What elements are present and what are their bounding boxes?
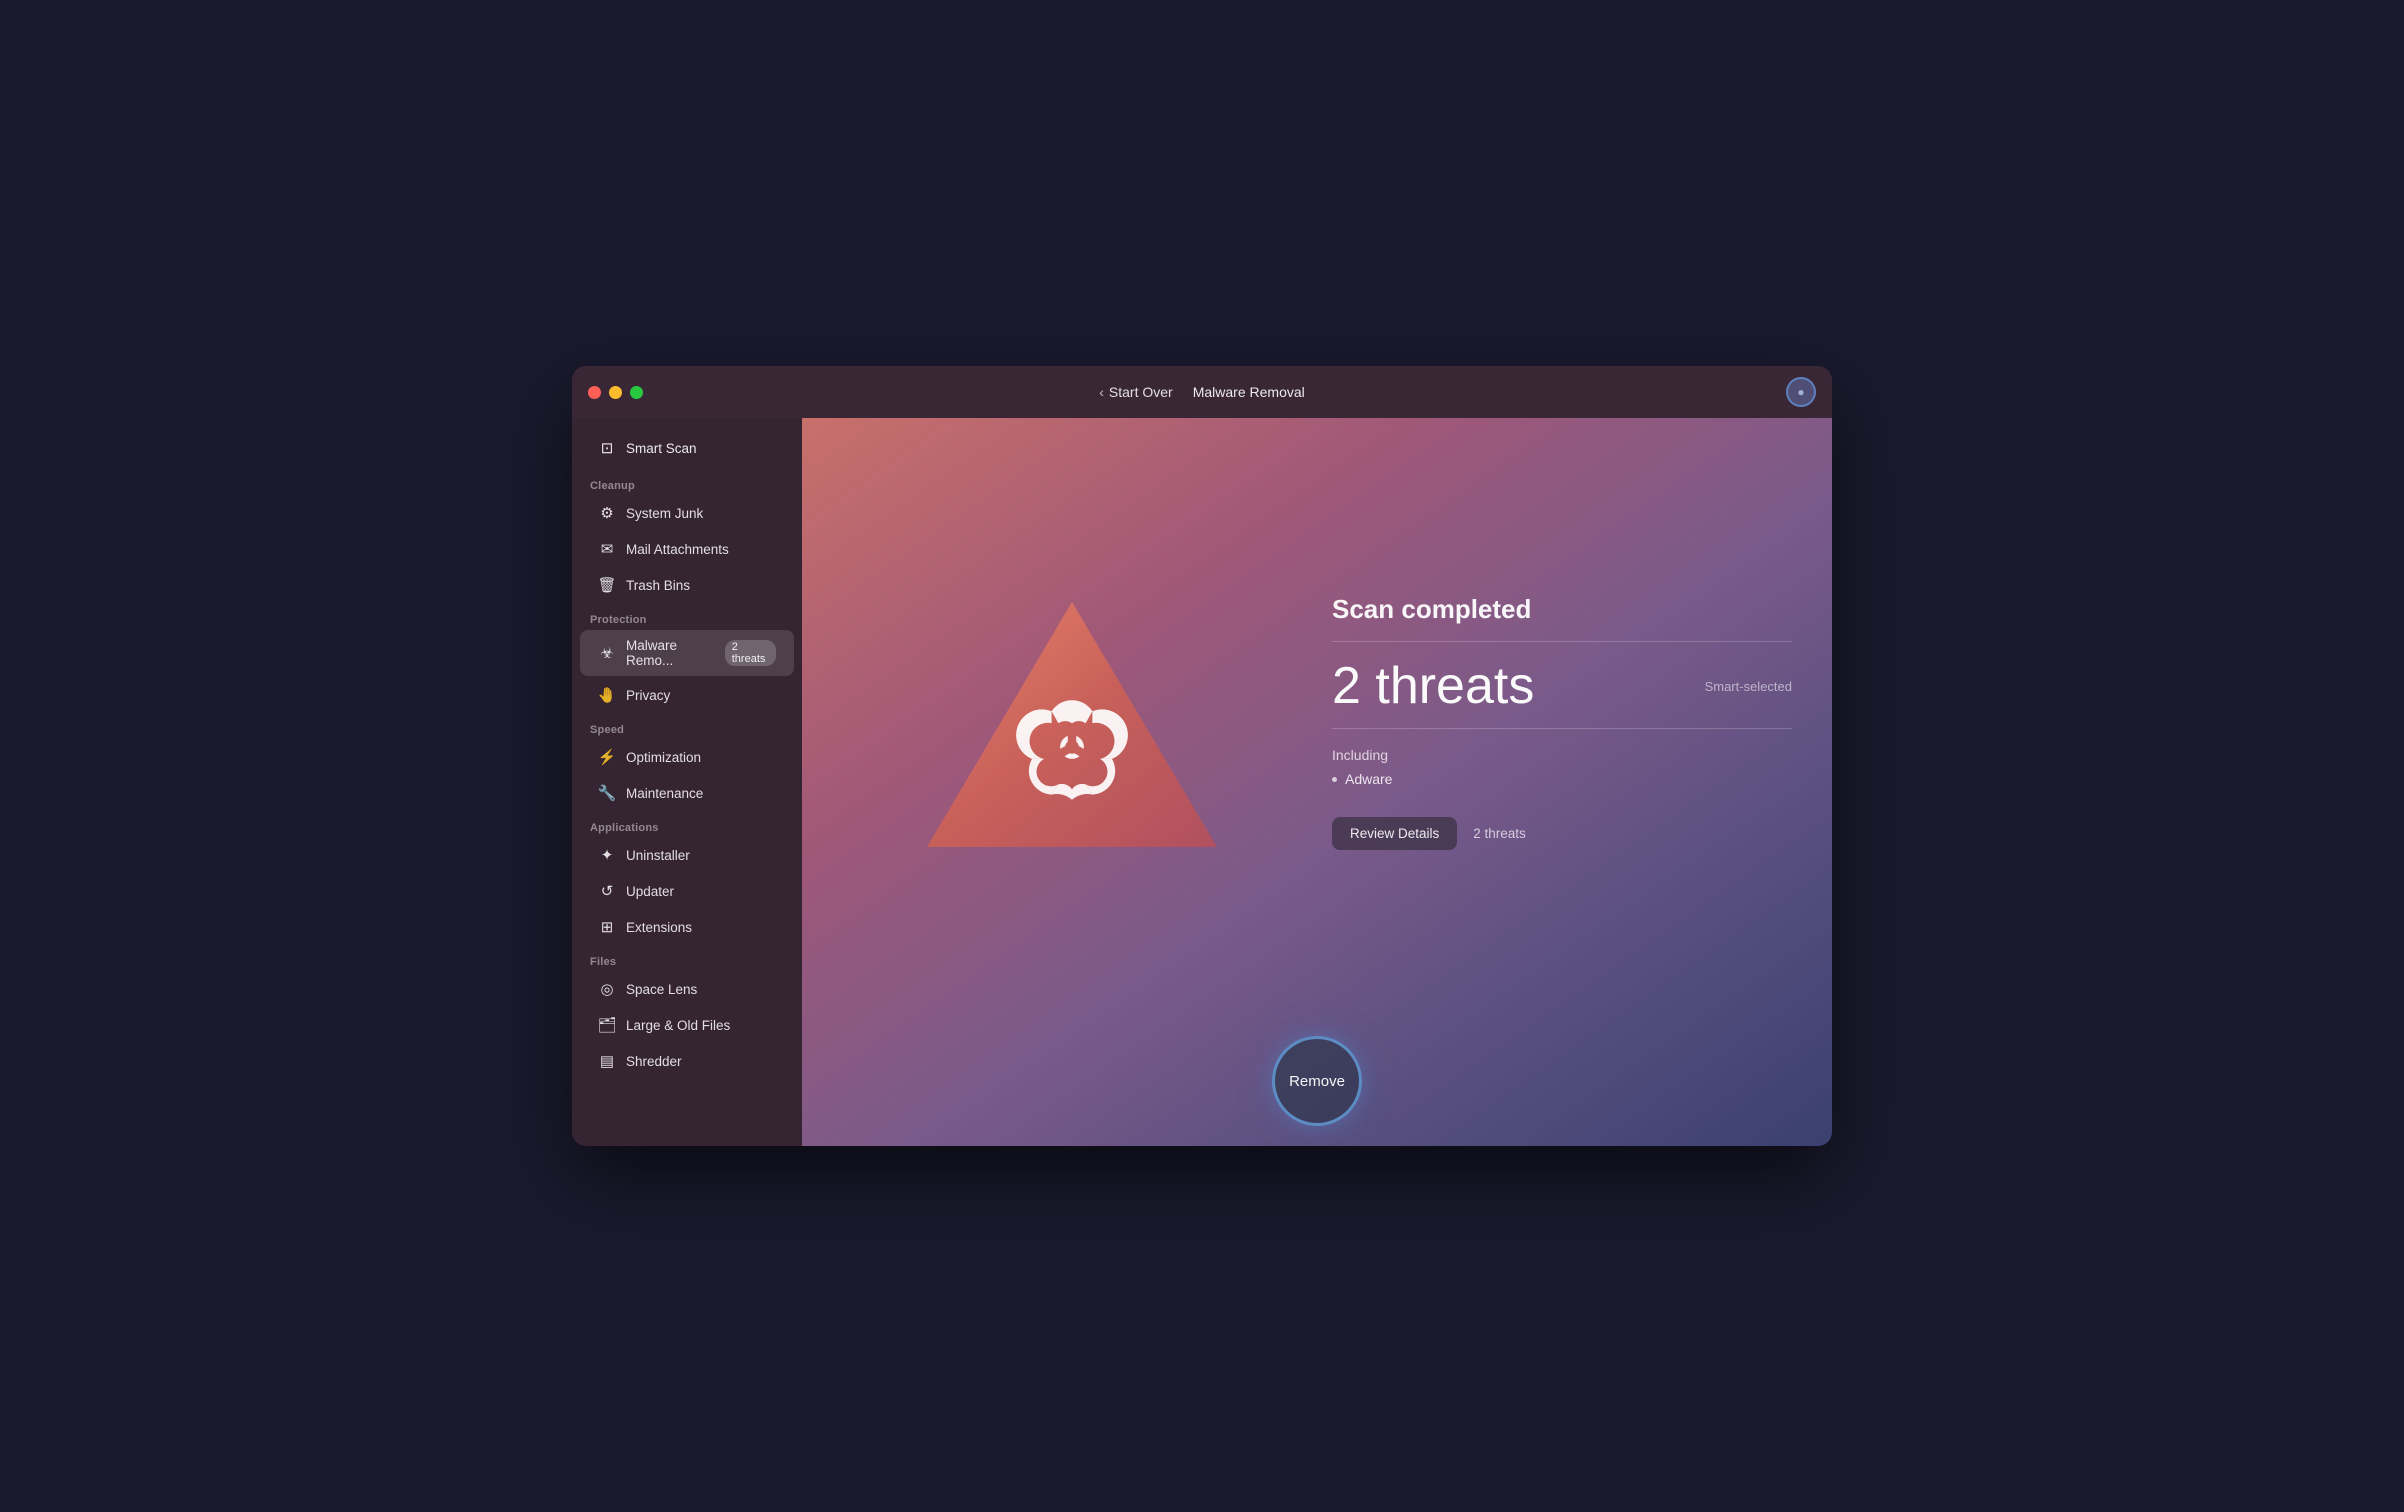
- chevron-left-icon: ‹: [1099, 384, 1104, 400]
- shredder-icon: ▤: [598, 1052, 616, 1070]
- system-junk-label: System Junk: [626, 506, 703, 521]
- system-junk-icon: ⚙: [598, 504, 616, 522]
- minimize-button[interactable]: [609, 386, 622, 399]
- sidebar-item-uninstaller[interactable]: ✦ Uninstaller: [580, 838, 794, 872]
- content-inner: Scan completed 2 threats Smart-selected …: [802, 418, 1832, 1026]
- shredder-label: Shredder: [626, 1054, 682, 1069]
- extensions-icon: ⊞: [598, 918, 616, 936]
- content-area: Scan completed 2 threats Smart-selected …: [802, 418, 1832, 1146]
- sidebar-item-mail-attachments[interactable]: ✉ Mail Attachments: [580, 532, 794, 566]
- malware-icon: ☣: [598, 644, 616, 662]
- remove-button[interactable]: Remove: [1272, 1036, 1362, 1126]
- updater-label: Updater: [626, 884, 674, 899]
- privacy-icon: 🤚: [598, 686, 616, 704]
- avatar-icon: ●: [1797, 385, 1804, 399]
- divider-2: [1332, 728, 1792, 729]
- remove-area: Remove: [1272, 1026, 1362, 1146]
- biohazard-icon-area: [842, 582, 1302, 862]
- optimization-icon: ⚡: [598, 748, 616, 766]
- biohazard-icon: [917, 582, 1227, 862]
- trash-bins-label: Trash Bins: [626, 578, 690, 593]
- close-button[interactable]: [588, 386, 601, 399]
- extensions-label: Extensions: [626, 920, 692, 935]
- smart-scan-label: Smart Scan: [626, 441, 697, 456]
- large-files-icon: 🗂: [598, 1016, 616, 1034]
- traffic-lights: [588, 386, 643, 399]
- start-over-button[interactable]: ‹ Start Over: [1099, 384, 1172, 400]
- maintenance-label: Maintenance: [626, 786, 703, 801]
- window-title: Malware Removal: [1193, 384, 1305, 400]
- malware-badge: 2 threats: [725, 640, 776, 666]
- sidebar-item-maintenance[interactable]: 🔧 Maintenance: [580, 776, 794, 810]
- cleanup-section-label: Cleanup: [572, 470, 802, 496]
- start-over-label: Start Over: [1109, 384, 1173, 400]
- mail-icon: ✉: [598, 540, 616, 558]
- review-details-button[interactable]: Review Details: [1332, 817, 1457, 850]
- space-lens-label: Space Lens: [626, 982, 697, 997]
- info-panel: Scan completed 2 threats Smart-selected …: [1332, 584, 1792, 860]
- speed-section-label: Speed: [572, 714, 802, 740]
- space-lens-icon: ◎: [598, 980, 616, 998]
- sidebar-item-large-old-files[interactable]: 🗂 Large & Old Files: [580, 1008, 794, 1042]
- action-row: Review Details 2 threats: [1332, 817, 1792, 850]
- malware-removal-label: Malware Remo...: [626, 638, 715, 668]
- updater-icon: ↺: [598, 882, 616, 900]
- privacy-label: Privacy: [626, 688, 670, 703]
- main-layout: ⊡ Smart Scan Cleanup ⚙ System Junk ✉ Mai…: [572, 418, 1832, 1146]
- app-window: ‹ Start Over Malware Removal ● ⊡ Smart S…: [572, 366, 1832, 1146]
- trash-icon: 🗑: [598, 576, 616, 594]
- bullet-icon: [1332, 777, 1337, 782]
- sidebar-item-shredder[interactable]: ▤ Shredder: [580, 1044, 794, 1078]
- protection-section-label: Protection: [572, 604, 802, 630]
- threats-row: 2 threats Smart-selected: [1332, 660, 1792, 712]
- adware-label: Adware: [1345, 771, 1392, 787]
- sidebar-item-trash-bins[interactable]: 🗑 Trash Bins: [580, 568, 794, 602]
- sidebar-item-system-junk[interactable]: ⚙ System Junk: [580, 496, 794, 530]
- uninstaller-label: Uninstaller: [626, 848, 690, 863]
- threats-count: 2 threats: [1332, 660, 1534, 712]
- sidebar-item-privacy[interactable]: 🤚 Privacy: [580, 678, 794, 712]
- files-section-label: Files: [572, 946, 802, 972]
- applications-section-label: Applications: [572, 812, 802, 838]
- sidebar-item-space-lens[interactable]: ◎ Space Lens: [580, 972, 794, 1006]
- titlebar-center: ‹ Start Over Malware Removal: [1099, 384, 1305, 400]
- optimization-label: Optimization: [626, 750, 701, 765]
- smart-scan-icon: ⊡: [598, 439, 616, 457]
- including-label: Including: [1332, 747, 1792, 763]
- sidebar-item-updater[interactable]: ↺ Updater: [580, 874, 794, 908]
- maximize-button[interactable]: [630, 386, 643, 399]
- uninstaller-icon: ✦: [598, 846, 616, 864]
- titlebar: ‹ Start Over Malware Removal ●: [572, 366, 1832, 418]
- divider-1: [1332, 641, 1792, 642]
- smart-selected-label: Smart-selected: [1705, 679, 1792, 694]
- sidebar-item-optimization[interactable]: ⚡ Optimization: [580, 740, 794, 774]
- sidebar-item-smart-scan[interactable]: ⊡ Smart Scan: [580, 430, 794, 466]
- large-old-files-label: Large & Old Files: [626, 1018, 730, 1033]
- maintenance-icon: 🔧: [598, 784, 616, 802]
- adware-item: Adware: [1332, 771, 1792, 787]
- sidebar: ⊡ Smart Scan Cleanup ⚙ System Junk ✉ Mai…: [572, 418, 802, 1146]
- review-threats-label: 2 threats: [1473, 826, 1526, 841]
- avatar-button[interactable]: ●: [1786, 377, 1816, 407]
- mail-attachments-label: Mail Attachments: [626, 542, 729, 557]
- scan-completed-title: Scan completed: [1332, 594, 1792, 625]
- sidebar-item-extensions[interactable]: ⊞ Extensions: [580, 910, 794, 944]
- sidebar-item-malware-removal[interactable]: ☣ Malware Remo... 2 threats: [580, 630, 794, 676]
